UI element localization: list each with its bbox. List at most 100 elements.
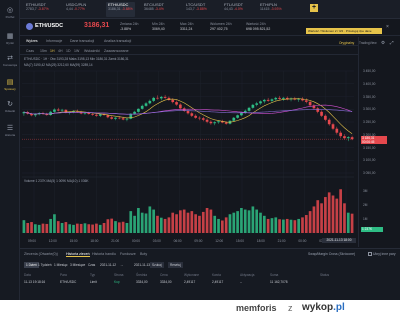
chart-view-tab[interactable]: TradingView [359, 41, 377, 45]
ticker-item[interactable]: ETH/USDC 3186,31 -3.88% [106, 2, 135, 17]
filter-option[interactable]: → [120, 262, 123, 268]
exchange-icon: ⇄ [7, 55, 13, 62]
volume-bar [308, 211, 312, 233]
ticker-item[interactable]: USDC/PLN 4,44 -0.77% [66, 2, 86, 17]
candle-body [186, 110, 190, 114]
price-axis-label: 3 100,00 [363, 158, 376, 163]
volume-bar [251, 206, 255, 233]
candle-body [175, 102, 178, 105]
timeframe-option[interactable]: 1H [50, 49, 54, 53]
sidebar-item-label: Konwersja [2, 63, 17, 67]
pair-name[interactable]: ETH/USDC [35, 23, 63, 29]
close-icon[interactable]: × [386, 24, 389, 30]
candle-body [331, 124, 335, 129]
orders-tab[interactable]: Historia handlu [92, 252, 116, 256]
timeframe-option[interactable]: 4H [58, 49, 62, 53]
warning-banner[interactable]: Wartość / Wolumen 2 / 3/2 · Przeloguj i/… [306, 28, 382, 34]
candle-body [278, 97, 281, 99]
volume-bar [343, 203, 346, 233]
add-ticker-button[interactable]: + [310, 4, 318, 12]
chart-tab[interactable]: Informacje [46, 39, 62, 43]
margin-mode-toggle[interactable]: Swap/Margin Cross (Skrócone) [308, 252, 355, 256]
timeframe-option[interactable]: Zaawansowane [104, 49, 129, 53]
current-price-tag: 3 186,31 00:06:45 [361, 136, 387, 145]
sidebar-item-konwersja[interactable]: ⇄ Konwersja [0, 52, 20, 72]
candle-body [232, 117, 236, 121]
timeframe-option[interactable]: 1D [66, 49, 70, 53]
candle-body [209, 121, 213, 124]
chart-tab[interactable]: Analiza transakcji [104, 39, 131, 43]
sidebar-item-odsetki[interactable]: ↻ Odsetki [0, 98, 20, 118]
ohlc-readout: ETH/USDC · 1H · Otw 3193,28 Maks 3198,13… [24, 57, 129, 61]
ticker-item[interactable]: LTC/USDT 143,7 -3.88% [186, 2, 207, 17]
stat-label: Max 24h [180, 22, 194, 26]
fullscreen-icon[interactable]: ⤢ [390, 40, 394, 45]
table-cell: 11-13 19:18:16 [24, 280, 46, 284]
timeframe-option[interactable]: 1W [74, 49, 79, 53]
ticker-change: -3.88% [121, 7, 133, 11]
sidebar-item-rynki[interactable]: ▦ Rynki [0, 30, 20, 50]
candle-body [270, 99, 274, 101]
filter-option[interactable]: 1 Miesiąc [54, 262, 67, 268]
timeframe-option[interactable]: Czas [26, 49, 34, 53]
filter-option[interactable]: 1 Dzień [24, 262, 39, 268]
sidebar-item-historia[interactable]: ☰ Historia [0, 122, 20, 142]
candle-body [179, 104, 182, 109]
ticker-price: 2783,7 [26, 7, 37, 11]
price-chart[interactable] [20, 55, 358, 247]
volume-bar [205, 208, 209, 233]
stat-value: 698 095 821,52 [246, 27, 271, 31]
orders-tab[interactable]: Historia zleceń [66, 252, 90, 257]
time-axis-label: 18:00 [256, 239, 265, 243]
ticker-item[interactable]: BTC/USDT 36485 -3.4% [144, 2, 164, 17]
orders-tab[interactable]: Zlecenia (Otwarte(0)) [24, 252, 58, 256]
candle-body [83, 112, 87, 114]
timeframe-option[interactable]: 15m [40, 49, 47, 53]
filter-option[interactable]: Czas [88, 262, 95, 268]
candle-body [266, 99, 270, 101]
sidebar-item-portfel[interactable]: ◎ Portfel [0, 4, 20, 24]
grid-icon: ▦ [6, 33, 14, 40]
volume-bar [327, 192, 331, 233]
filter-option[interactable]: 2021-11-13 [134, 262, 150, 268]
ticker-item[interactable]: ETH/PLN 11415 -3.93% [260, 2, 282, 17]
ticker-change: -3.4% [154, 7, 164, 11]
sidebar-item-label: Rynki [6, 41, 14, 45]
checkbox-icon [368, 252, 372, 257]
hide-other-pairs-checkbox[interactable]: Ukryj inne pary [368, 252, 396, 257]
volume-bar [236, 211, 239, 233]
filter-option[interactable]: 3 Miesiące [70, 262, 85, 268]
candle-body [121, 118, 125, 120]
ticker-item[interactable]: ETH/USDT 2783,7 -3.87% [26, 2, 49, 17]
volume-bar [194, 214, 197, 233]
volume-bar [350, 213, 354, 233]
table-header-cell: Data [24, 273, 31, 277]
header-stat: Max 24h 3311,24 [180, 22, 193, 32]
watermark-footer: memforis z wykop.pl [0, 300, 400, 317]
settings-icon[interactable]: ⚙ [381, 40, 385, 46]
volume-bar [144, 213, 148, 233]
volume-bar [140, 212, 144, 233]
filter-option[interactable]: 2021-11-12 [100, 262, 116, 268]
timeframe-option[interactable]: Wskaźniki [84, 49, 100, 53]
volume-bar [255, 209, 259, 233]
volume-bar [213, 215, 217, 233]
filter-option[interactable]: 1 Tydzień [38, 262, 52, 268]
volume-bar [56, 221, 60, 233]
chart-tab[interactable]: Dane transakcji [70, 39, 94, 43]
candle-body [224, 122, 228, 124]
header-stat: Wartość 24h 698 095 821,52 [246, 22, 270, 32]
ticker-item[interactable]: FTL/USDT 44,43 -4.0% [224, 2, 243, 17]
coins-icon: ◎ [6, 7, 14, 14]
orders-tab[interactable]: Boty [140, 252, 147, 256]
chart-view-tab[interactable]: Oryginalny [339, 41, 354, 45]
volume-bar [137, 208, 140, 233]
candle-body [201, 118, 205, 120]
filter-button[interactable]: Szukaj [150, 262, 164, 268]
sidebar-item-spotowy[interactable]: ▤ Spotowy [0, 76, 20, 96]
orders-tab[interactable]: Fundusze [120, 252, 136, 256]
price-axis-label: 3 200,00 [363, 132, 376, 137]
candle-body [140, 105, 144, 109]
chart-tab[interactable]: Wykres [26, 39, 38, 43]
filter-button[interactable]: Resetuj [168, 262, 183, 268]
